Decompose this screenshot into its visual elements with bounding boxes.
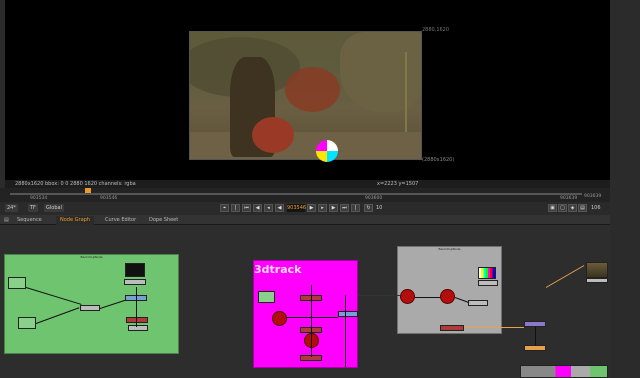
backdrop-title: BackdropNode	[80, 255, 103, 259]
format-info: 2880x1620 bbox: 0 0 2880 1620 channels: …	[15, 181, 136, 187]
play-back-icon[interactable]: ◀	[275, 204, 284, 212]
pipe	[545, 265, 585, 288]
scene-node-icon[interactable]	[440, 289, 455, 304]
timeline-tick-label: 903639	[560, 196, 578, 201]
color-wheel-icon	[316, 140, 338, 162]
nuke-app: 2880,1620 (2880x1620) 2880x1620 bbox: 0 …	[0, 0, 640, 378]
playback-controls: 24* TF Global ⌖ | ⏮ ◀ ◂ ◀ 903546 ▶ ▸ ▶ ⏭…	[0, 202, 610, 215]
next-key-icon[interactable]: ▶	[329, 204, 338, 212]
viewer-thumbnail[interactable]	[125, 263, 145, 277]
current-frame-field[interactable]: 903546	[287, 204, 306, 212]
pipe	[464, 327, 524, 328]
pipe	[358, 295, 400, 296]
panel-tabs: ▤ Sequence Node Graph Curve Editor Dope …	[0, 215, 610, 225]
transform-node[interactable]	[338, 311, 358, 317]
timeline-start-label: 903534	[30, 196, 48, 201]
pipe	[415, 297, 440, 298]
pipe	[535, 327, 536, 345]
render-icon[interactable]: ◈	[568, 204, 577, 212]
node[interactable]	[468, 300, 488, 306]
merge-node[interactable]	[80, 305, 100, 311]
viewer-info-bar: 2880x1620 bbox: 0 0 2880 1620 channels: …	[5, 180, 610, 188]
backdrop-green[interactable]: BackdropNode	[4, 254, 179, 354]
viewer-frame	[189, 31, 422, 160]
panel-menu-icon[interactable]: ▤	[3, 216, 10, 225]
settings-icon[interactable]: ▤	[578, 204, 587, 212]
out-point-icon[interactable]: |	[351, 204, 360, 212]
pipe	[311, 285, 312, 357]
node[interactable]	[124, 279, 146, 285]
format-label-bottom: (2880x1620)	[422, 157, 455, 163]
node[interactable]	[128, 325, 148, 331]
marker-icon[interactable]: |	[231, 204, 240, 212]
end-value[interactable]: 106	[591, 204, 601, 212]
read-node[interactable]	[8, 277, 26, 289]
read-node[interactable]	[18, 317, 36, 329]
playhead-marker[interactable]	[85, 188, 91, 193]
cursor-coords: x=2223 y=1507	[377, 181, 419, 187]
viewer-panel[interactable]: 2880,1620 (2880x1620)	[5, 0, 610, 180]
scene-node-icon[interactable]	[272, 311, 287, 326]
timeline[interactable]: 903534 903546 903600 903639 903639	[0, 188, 610, 202]
plate-image	[190, 32, 421, 159]
timeline-end-label: 903639	[584, 194, 602, 199]
pipe	[286, 317, 338, 318]
tab-sequence[interactable]: Sequence	[13, 216, 46, 225]
in-point-icon[interactable]: ⌖	[220, 204, 229, 212]
step-size[interactable]: 10	[376, 204, 382, 212]
fps-dropdown[interactable]: 24*	[5, 204, 18, 212]
read-thumbnail[interactable]	[586, 262, 608, 278]
minimap-navigator[interactable]	[520, 365, 608, 378]
pipe	[136, 287, 137, 327]
skip-start-icon[interactable]: ⏮	[242, 204, 251, 212]
tab-node-graph[interactable]: Node Graph	[56, 216, 94, 225]
format-dropdown[interactable]: TF	[28, 204, 38, 212]
scene-node-icon[interactable]	[400, 289, 415, 304]
barrel-object	[252, 117, 294, 153]
timeline-track[interactable]	[10, 193, 582, 195]
tab-dope-sheet[interactable]: Dope Sheet	[145, 216, 182, 225]
step-forward-icon[interactable]: ▸	[318, 204, 327, 212]
write-node[interactable]	[524, 345, 546, 351]
node-graph[interactable]: BackdropNode 3dtrack BackdropNode	[0, 225, 610, 378]
read-node[interactable]	[258, 291, 275, 303]
tab-curve-editor[interactable]: Curve Editor	[101, 216, 140, 225]
backdrop-3dtrack-title: 3dtrack	[254, 263, 302, 276]
view-toggle-icon[interactable]: ▣	[548, 204, 557, 212]
read-node[interactable]	[586, 278, 608, 283]
timeline-tick-label: 903546	[100, 196, 118, 201]
grade-node[interactable]	[126, 317, 148, 323]
node[interactable]	[478, 280, 498, 286]
play-forward-icon[interactable]: ▶	[307, 204, 316, 212]
prev-key-icon[interactable]: ◀	[253, 204, 262, 212]
grade-node[interactable]	[440, 325, 464, 331]
loop-icon[interactable]: ↻	[364, 204, 373, 212]
backdrop-title: BackdropNode	[438, 247, 461, 251]
timeline-tick-label: 903600	[365, 196, 383, 201]
pipe	[345, 295, 346, 367]
skip-end-icon[interactable]: ⏭	[340, 204, 349, 212]
colorbars-thumbnail[interactable]	[478, 267, 496, 279]
format-label-top: 2880,1620	[422, 27, 450, 33]
scope-dropdown[interactable]: Global	[44, 204, 64, 212]
step-back-icon[interactable]: ◂	[264, 204, 273, 212]
proxy-icon[interactable]: ▢	[558, 204, 567, 212]
